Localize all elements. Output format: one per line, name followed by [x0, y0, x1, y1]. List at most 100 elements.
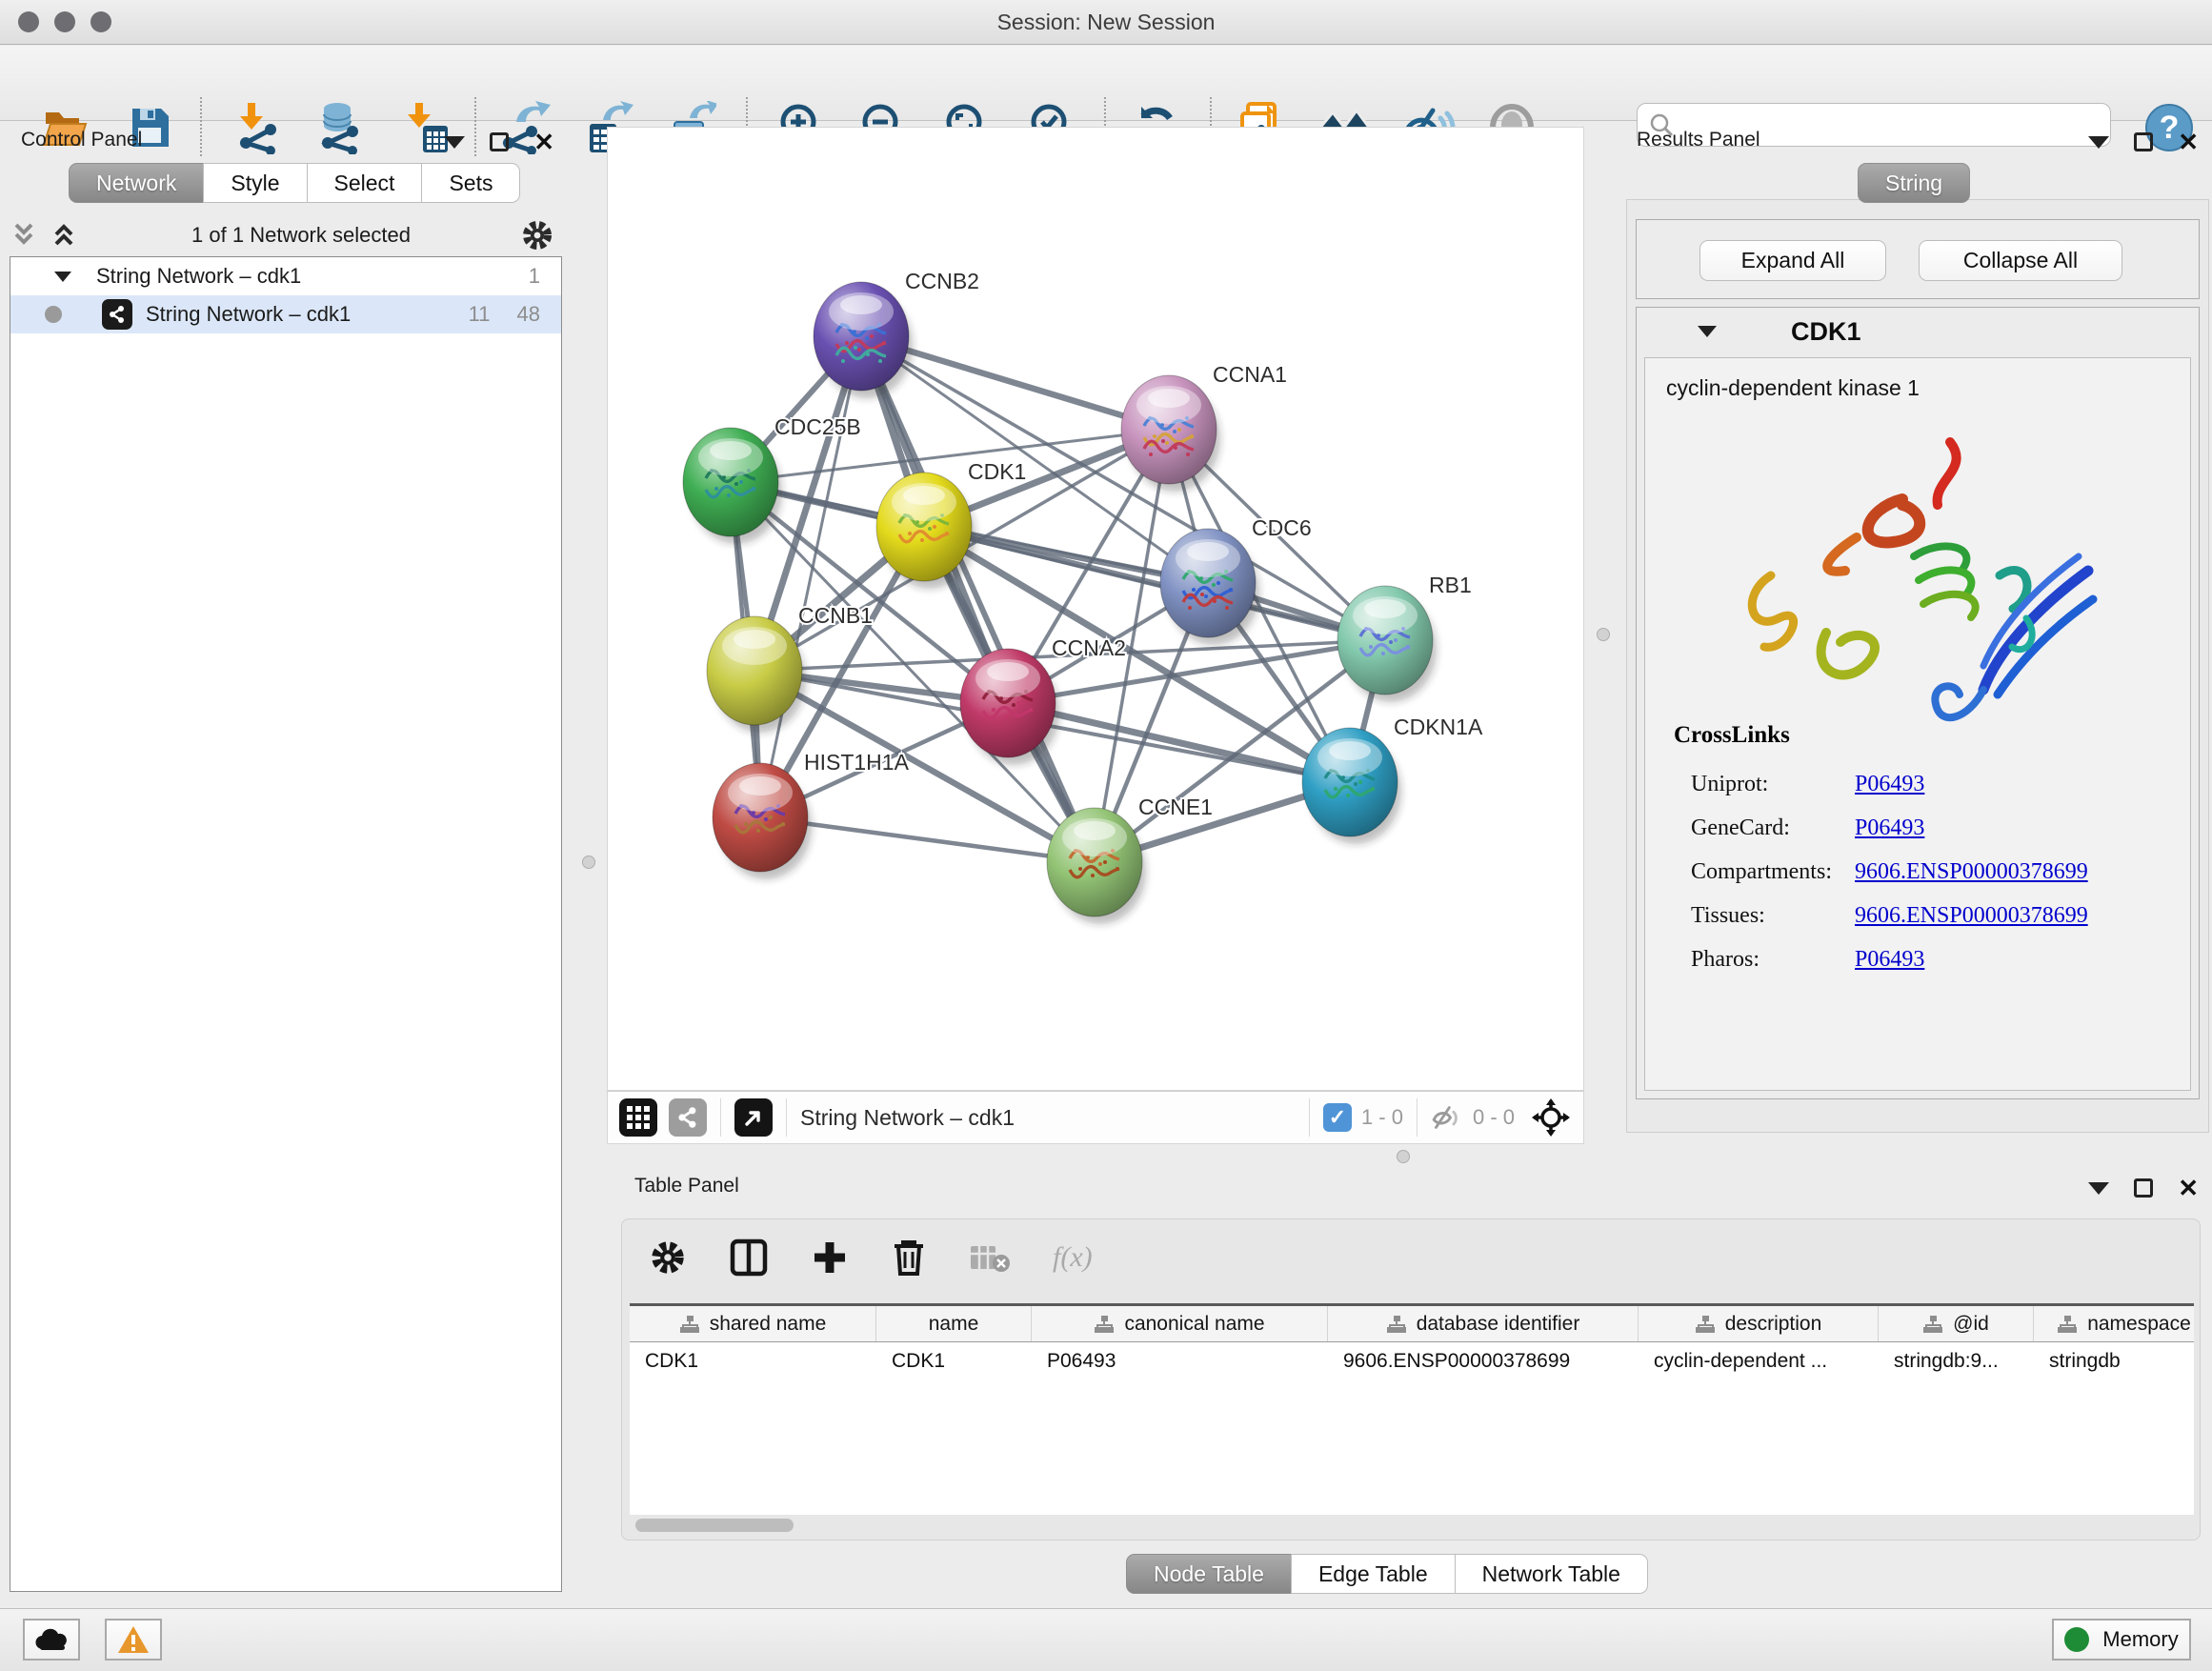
table-options-gear-icon[interactable] — [649, 1238, 687, 1277]
network-view-toolbar: String Network – cdk1 ✓ 1 - 0 0 - 0 — [607, 1091, 1584, 1144]
collection-label: String Network – cdk1 — [96, 264, 301, 289]
control-panel-float-icon[interactable] — [490, 132, 509, 151]
results-panel-tab[interactable]: String — [1859, 163, 1970, 203]
gene-expander-icon[interactable] — [1698, 326, 1717, 337]
node-label-cdc25b: CDC25B — [774, 414, 861, 439]
selected-checkbox-icon[interactable]: ✓ — [1323, 1103, 1352, 1132]
results-panel-menu-icon[interactable] — [2088, 136, 2109, 149]
node-label-ccna1: CCNA1 — [1213, 362, 1287, 387]
string-view-icon[interactable] — [669, 1098, 707, 1137]
control-panel-close-icon[interactable]: ✕ — [533, 132, 554, 151]
network-canvas[interactable]: CCNB2CCNA1CDC25BCDK1CDC6RB1CCNB1CCNA2CDK… — [607, 127, 1584, 1091]
collapse-all-button[interactable]: Collapse All — [1919, 240, 2122, 281]
network-node-ccna2[interactable] — [960, 649, 1059, 765]
network-node-rb1[interactable] — [1337, 586, 1437, 702]
scrollbar-thumb[interactable] — [635, 1519, 794, 1532]
left-splitter-handle[interactable] — [582, 856, 595, 869]
tab-network-table[interactable]: Network Table — [1455, 1554, 1648, 1594]
column-header-name[interactable]: name — [876, 1306, 1032, 1341]
table-panel-close-icon[interactable]: ✕ — [2178, 1178, 2199, 1198]
network-node-ccnb1[interactable] — [707, 616, 806, 733]
column-header-namespace[interactable]: namespace — [2034, 1306, 2194, 1341]
network-options-gear-icon[interactable] — [520, 218, 554, 252]
selected-counts: 1 - 0 — [1361, 1105, 1403, 1130]
node-label-ccna2: CCNA2 — [1052, 635, 1126, 660]
network-node-ccne1[interactable] — [1047, 808, 1146, 924]
tab-string[interactable]: String — [1858, 163, 1970, 203]
crosslink-link[interactable]: 9606.ENSP00000378699 — [1855, 859, 2088, 885]
control-panel-title: Control Panel — [21, 129, 142, 151]
birdseye-toggle-icon[interactable] — [734, 1098, 773, 1137]
crosslink-link[interactable]: 9606.ENSP00000378699 — [1855, 903, 2088, 929]
memory-button[interactable]: Memory — [2052, 1619, 2191, 1661]
node-label-ccne1: CCNE1 — [1138, 795, 1213, 819]
right-splitter-handle[interactable] — [1597, 628, 1610, 641]
expand-all-button[interactable]: Expand All — [1699, 240, 1886, 281]
crosslinks-section: CrossLinks Uniprot:P06493GeneCard:P06493… — [1674, 722, 2088, 981]
results-panel-float-icon[interactable] — [2134, 132, 2153, 151]
shared-column-icon — [1922, 1315, 1943, 1334]
fit-content-crosshair-icon[interactable] — [1532, 1098, 1570, 1137]
column-header-description[interactable]: description — [1639, 1306, 1879, 1341]
tab-network[interactable]: Network — [69, 163, 204, 203]
network-node-cdk1[interactable] — [876, 473, 975, 589]
crosslink-label: Uniprot: — [1674, 772, 1855, 797]
crosslink-row: Compartments:9606.ENSP00000378699 — [1674, 850, 2088, 894]
crosslink-link[interactable]: P06493 — [1855, 772, 1924, 797]
memory-status-dot — [2064, 1627, 2089, 1652]
crosslink-link[interactable]: P06493 — [1855, 947, 1924, 973]
table-cell[interactable]: CDK1 — [630, 1342, 876, 1380]
network-row[interactable]: String Network – cdk1 11 48 — [10, 295, 561, 333]
table-cell[interactable]: 9606.ENSP00000378699 — [1328, 1342, 1639, 1380]
add-column-icon[interactable] — [811, 1238, 849, 1277]
tab-sets[interactable]: Sets — [421, 163, 520, 203]
table-horizontal-scrollbar[interactable] — [632, 1519, 2190, 1532]
network-edge-ccnb2-ccne1[interactable] — [861, 336, 1095, 862]
tab-node-table[interactable]: Node Table — [1126, 1554, 1292, 1594]
table-panel-menu-icon[interactable] — [2088, 1182, 2109, 1195]
tab-edge-table[interactable]: Edge Table — [1291, 1554, 1456, 1594]
tab-style[interactable]: Style — [203, 163, 307, 203]
control-panel-menu-icon[interactable] — [444, 136, 465, 149]
network-node-cdkn1a[interactable] — [1302, 728, 1401, 844]
gene-entry-header[interactable]: CDK1 — [1637, 308, 2199, 355]
node-table: shared namenamecanonical namedatabase id… — [630, 1303, 2194, 1515]
table-cell[interactable]: cyclin-dependent ... — [1639, 1342, 1879, 1380]
network-edge-ccnb2-hist1h1a[interactable] — [760, 336, 861, 817]
cloud-button[interactable] — [23, 1619, 80, 1661]
network-collection-row[interactable]: String Network – cdk1 1 — [10, 257, 561, 295]
table-row[interactable]: CDK1CDK1P064939606.ENSP00000378699cyclin… — [630, 1342, 2194, 1380]
crosslink-label: GeneCard: — [1674, 815, 1855, 841]
table-cell[interactable]: CDK1 — [876, 1342, 1032, 1380]
show-columns-icon[interactable] — [729, 1238, 769, 1278]
table-cell[interactable]: stringdb — [2034, 1342, 2194, 1380]
table-cell[interactable]: stringdb:9... — [1879, 1342, 2034, 1380]
network-view-title: String Network – cdk1 — [800, 1105, 1015, 1131]
crosslink-link[interactable]: P06493 — [1855, 815, 1924, 841]
collection-expander-icon[interactable] — [54, 272, 71, 282]
column-header-shared-name[interactable]: shared name — [630, 1306, 876, 1341]
expand-all-icon[interactable] — [50, 221, 82, 250]
table-panel-float-icon[interactable] — [2134, 1178, 2153, 1198]
network-node-ccna1[interactable] — [1121, 375, 1220, 492]
node-label-ccnb1: CCNB1 — [798, 603, 873, 628]
hidden-eye-icon[interactable] — [1431, 1103, 1463, 1132]
column-header-database-identifier[interactable]: database identifier — [1328, 1306, 1639, 1341]
network-node-ccnb2[interactable] — [814, 282, 913, 398]
column-header-canonical-name[interactable]: canonical name — [1032, 1306, 1328, 1341]
delete-column-icon[interactable] — [891, 1238, 927, 1278]
network-tree-toolbar: 1 of 1 Network selected — [10, 214, 562, 256]
shared-column-icon — [1695, 1315, 1716, 1334]
table-cell[interactable]: P06493 — [1032, 1342, 1328, 1380]
tab-select[interactable]: Select — [307, 163, 423, 203]
network-grid-view-icon[interactable] — [619, 1098, 657, 1137]
network-selection-summary: 1 of 1 Network selected — [82, 223, 520, 248]
network-node-hist1h1a[interactable] — [713, 763, 812, 879]
column-header-@id[interactable]: @id — [1879, 1306, 2034, 1341]
collapse-all-icon[interactable] — [10, 221, 42, 250]
results-panel-close-icon[interactable]: ✕ — [2178, 132, 2199, 151]
network-node-cdc6[interactable] — [1160, 529, 1259, 645]
memory-label: Memory — [2102, 1627, 2178, 1652]
crosslink-label: Tissues: — [1674, 903, 1855, 929]
warning-button[interactable] — [105, 1619, 162, 1661]
